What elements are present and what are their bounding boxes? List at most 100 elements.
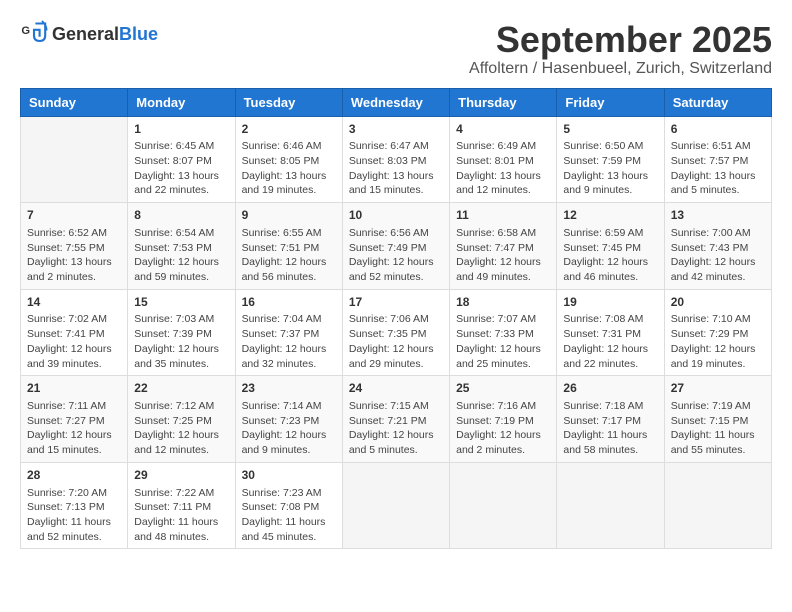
calendar-cell xyxy=(664,462,771,549)
calendar-cell xyxy=(450,462,557,549)
day-info: Sunrise: 6:51 AMSunset: 7:57 PMDaylight:… xyxy=(671,139,765,198)
calendar-cell: 30Sunrise: 7:23 AMSunset: 7:08 PMDayligh… xyxy=(235,462,342,549)
calendar-cell xyxy=(342,462,449,549)
day-number: 20 xyxy=(671,294,765,311)
day-number: 5 xyxy=(563,121,657,138)
weekday-header: Tuesday xyxy=(235,88,342,116)
day-info: Sunrise: 6:49 AMSunset: 8:01 PMDaylight:… xyxy=(456,139,550,198)
calendar-cell: 4Sunrise: 6:49 AMSunset: 8:01 PMDaylight… xyxy=(450,116,557,203)
day-info: Sunrise: 7:06 AMSunset: 7:35 PMDaylight:… xyxy=(349,312,443,371)
logo: G GeneralBlue xyxy=(20,20,158,48)
calendar-cell: 12Sunrise: 6:59 AMSunset: 7:45 PMDayligh… xyxy=(557,203,664,290)
day-number: 17 xyxy=(349,294,443,311)
calendar-cell: 23 Sunrise: 7:14 AMSunset: 7:23 PMDayligh… xyxy=(235,376,342,463)
day-info: Sunrise: 7:08 AMSunset: 7:31 PMDaylight:… xyxy=(563,312,657,371)
calendar-cell: 2Sunrise: 6:46 AMSunset: 8:05 PMDaylight… xyxy=(235,116,342,203)
day-info: Sunrise: 7:19 AMSunset: 7:15 PMDaylight:… xyxy=(671,399,765,458)
day-info: Sunrise: 7:18 AMSunset: 7:17 PMDaylight:… xyxy=(563,399,657,458)
day-info: Sunrise: 7:16 AMSunset: 7:19 PMDaylight:… xyxy=(456,399,550,458)
calendar-header-row: SundayMondayTuesdayWednesdayThursdayFrid… xyxy=(21,88,772,116)
day-info: Sunrise: 6:54 AMSunset: 7:53 PMDaylight:… xyxy=(134,226,228,285)
day-number: 13 xyxy=(671,207,765,224)
calendar-cell: 29 Sunrise: 7:22 AMSunset: 7:11 PMDayligh… xyxy=(128,462,235,549)
day-number: 18 xyxy=(456,294,550,311)
day-info: Sunrise: 6:55 AMSunset: 7:51 PMDaylight:… xyxy=(242,226,336,285)
day-number: 23 xyxy=(242,380,336,397)
calendar-table: SundayMondayTuesdayWednesdayThursdayFrid… xyxy=(20,88,772,550)
day-number: 22 xyxy=(134,380,228,397)
day-info: Sunrise: 7:10 AMSunset: 7:29 PMDaylight:… xyxy=(671,312,765,371)
calendar-cell: 22 Sunrise: 7:12 AMSunset: 7:25 PMDayligh… xyxy=(128,376,235,463)
day-info: Sunrise: 7:12 AMSunset: 7:25 PMDaylight:… xyxy=(134,399,228,458)
calendar-cell: 17Sunrise: 7:06 AMSunset: 7:35 PMDayligh… xyxy=(342,289,449,376)
calendar-cell: 24 Sunrise: 7:15 AMSunset: 7:21 PMDayligh… xyxy=(342,376,449,463)
calendar-cell: 13 Sunrise: 7:00 AMSunset: 7:43 PMDayligh… xyxy=(664,203,771,290)
day-number: 29 xyxy=(134,467,228,484)
day-info: Sunrise: 7:03 AMSunset: 7:39 PMDaylight:… xyxy=(134,312,228,371)
weekday-header: Thursday xyxy=(450,88,557,116)
calendar-cell: 15Sunrise: 7:03 AMSunset: 7:39 PMDayligh… xyxy=(128,289,235,376)
day-info: Sunrise: 7:14 AMSunset: 7:23 PMDaylight:… xyxy=(242,399,336,458)
location-title: Affoltern / Hasenbueel, Zurich, Switzerl… xyxy=(469,60,772,78)
calendar-cell: 19Sunrise: 7:08 AMSunset: 7:31 PMDayligh… xyxy=(557,289,664,376)
day-number: 15 xyxy=(134,294,228,311)
calendar-cell: 14Sunrise: 7:02 AMSunset: 7:41 PMDayligh… xyxy=(21,289,128,376)
weekday-header: Saturday xyxy=(664,88,771,116)
day-number: 10 xyxy=(349,207,443,224)
day-info: Sunrise: 6:59 AMSunset: 7:45 PMDaylight:… xyxy=(563,226,657,285)
logo-general-text: General xyxy=(52,24,119,45)
day-info: Sunrise: 7:20 AMSunset: 7:13 PMDaylight:… xyxy=(27,486,121,545)
calendar-cell: 3Sunrise: 6:47 AMSunset: 8:03 PMDaylight… xyxy=(342,116,449,203)
calendar-cell: 21 Sunrise: 7:11 AMSunset: 7:27 PMDayligh… xyxy=(21,376,128,463)
day-info: Sunrise: 7:00 AMSunset: 7:43 PMDaylight:… xyxy=(671,226,765,285)
title-block: September 2025 Affoltern / Hasenbueel, Z… xyxy=(469,20,772,78)
day-number: 3 xyxy=(349,121,443,138)
day-info: Sunrise: 6:46 AMSunset: 8:05 PMDaylight:… xyxy=(242,139,336,198)
weekday-header: Sunday xyxy=(21,88,128,116)
calendar-week-row: 1Sunrise: 6:45 AMSunset: 8:07 PMDaylight… xyxy=(21,116,772,203)
calendar-week-row: 7 Sunrise: 6:52 AMSunset: 7:55 PMDaylight… xyxy=(21,203,772,290)
calendar-cell: 27 Sunrise: 7:19 AMSunset: 7:15 PMDayligh… xyxy=(664,376,771,463)
day-number: 30 xyxy=(242,467,336,484)
day-number: 21 xyxy=(27,380,121,397)
day-number: 25 xyxy=(456,380,550,397)
day-info: Sunrise: 7:22 AMSunset: 7:11 PMDaylight:… xyxy=(134,486,228,545)
day-info: Sunrise: 6:50 AMSunset: 7:59 PMDaylight:… xyxy=(563,139,657,198)
calendar-cell: 18Sunrise: 7:07 AMSunset: 7:33 PMDayligh… xyxy=(450,289,557,376)
calendar-cell: 5Sunrise: 6:50 AMSunset: 7:59 PMDaylight… xyxy=(557,116,664,203)
calendar-cell: 28 Sunrise: 7:20 AMSunset: 7:13 PMDayligh… xyxy=(21,462,128,549)
weekday-header: Friday xyxy=(557,88,664,116)
calendar-cell: 9 Sunrise: 6:55 AMSunset: 7:51 PMDaylight… xyxy=(235,203,342,290)
day-number: 16 xyxy=(242,294,336,311)
calendar-week-row: 21 Sunrise: 7:11 AMSunset: 7:27 PMDayligh… xyxy=(21,376,772,463)
day-number: 28 xyxy=(27,467,121,484)
day-number: 24 xyxy=(349,380,443,397)
day-info: Sunrise: 7:07 AMSunset: 7:33 PMDaylight:… xyxy=(456,312,550,371)
day-number: 6 xyxy=(671,121,765,138)
calendar-cell: 8Sunrise: 6:54 AMSunset: 7:53 PMDaylight… xyxy=(128,203,235,290)
calendar-cell: 7 Sunrise: 6:52 AMSunset: 7:55 PMDaylight… xyxy=(21,203,128,290)
day-number: 4 xyxy=(456,121,550,138)
day-info: Sunrise: 6:58 AMSunset: 7:47 PMDaylight:… xyxy=(456,226,550,285)
day-info: Sunrise: 7:11 AMSunset: 7:27 PMDaylight:… xyxy=(27,399,121,458)
day-number: 27 xyxy=(671,380,765,397)
logo-blue-text: Blue xyxy=(119,24,158,45)
day-number: 9 xyxy=(242,207,336,224)
calendar-week-row: 28 Sunrise: 7:20 AMSunset: 7:13 PMDayligh… xyxy=(21,462,772,549)
day-info: Sunrise: 7:15 AMSunset: 7:21 PMDaylight:… xyxy=(349,399,443,458)
calendar-cell: 1Sunrise: 6:45 AMSunset: 8:07 PMDaylight… xyxy=(128,116,235,203)
day-number: 7 xyxy=(27,207,121,224)
calendar-cell: 25 Sunrise: 7:16 AMSunset: 7:19 PMDayligh… xyxy=(450,376,557,463)
calendar-cell: 11 Sunrise: 6:58 AMSunset: 7:47 PMDayligh… xyxy=(450,203,557,290)
calendar-week-row: 14Sunrise: 7:02 AMSunset: 7:41 PMDayligh… xyxy=(21,289,772,376)
day-number: 19 xyxy=(563,294,657,311)
month-title: September 2025 xyxy=(469,20,772,60)
day-number: 11 xyxy=(456,207,550,224)
weekday-header: Monday xyxy=(128,88,235,116)
calendar-cell xyxy=(21,116,128,203)
day-info: Sunrise: 6:52 AMSunset: 7:55 PMDaylight:… xyxy=(27,226,121,285)
calendar-cell: 6Sunrise: 6:51 AMSunset: 7:57 PMDaylight… xyxy=(664,116,771,203)
day-info: Sunrise: 7:02 AMSunset: 7:41 PMDaylight:… xyxy=(27,312,121,371)
svg-text:G: G xyxy=(21,25,30,37)
day-info: Sunrise: 7:04 AMSunset: 7:37 PMDaylight:… xyxy=(242,312,336,371)
